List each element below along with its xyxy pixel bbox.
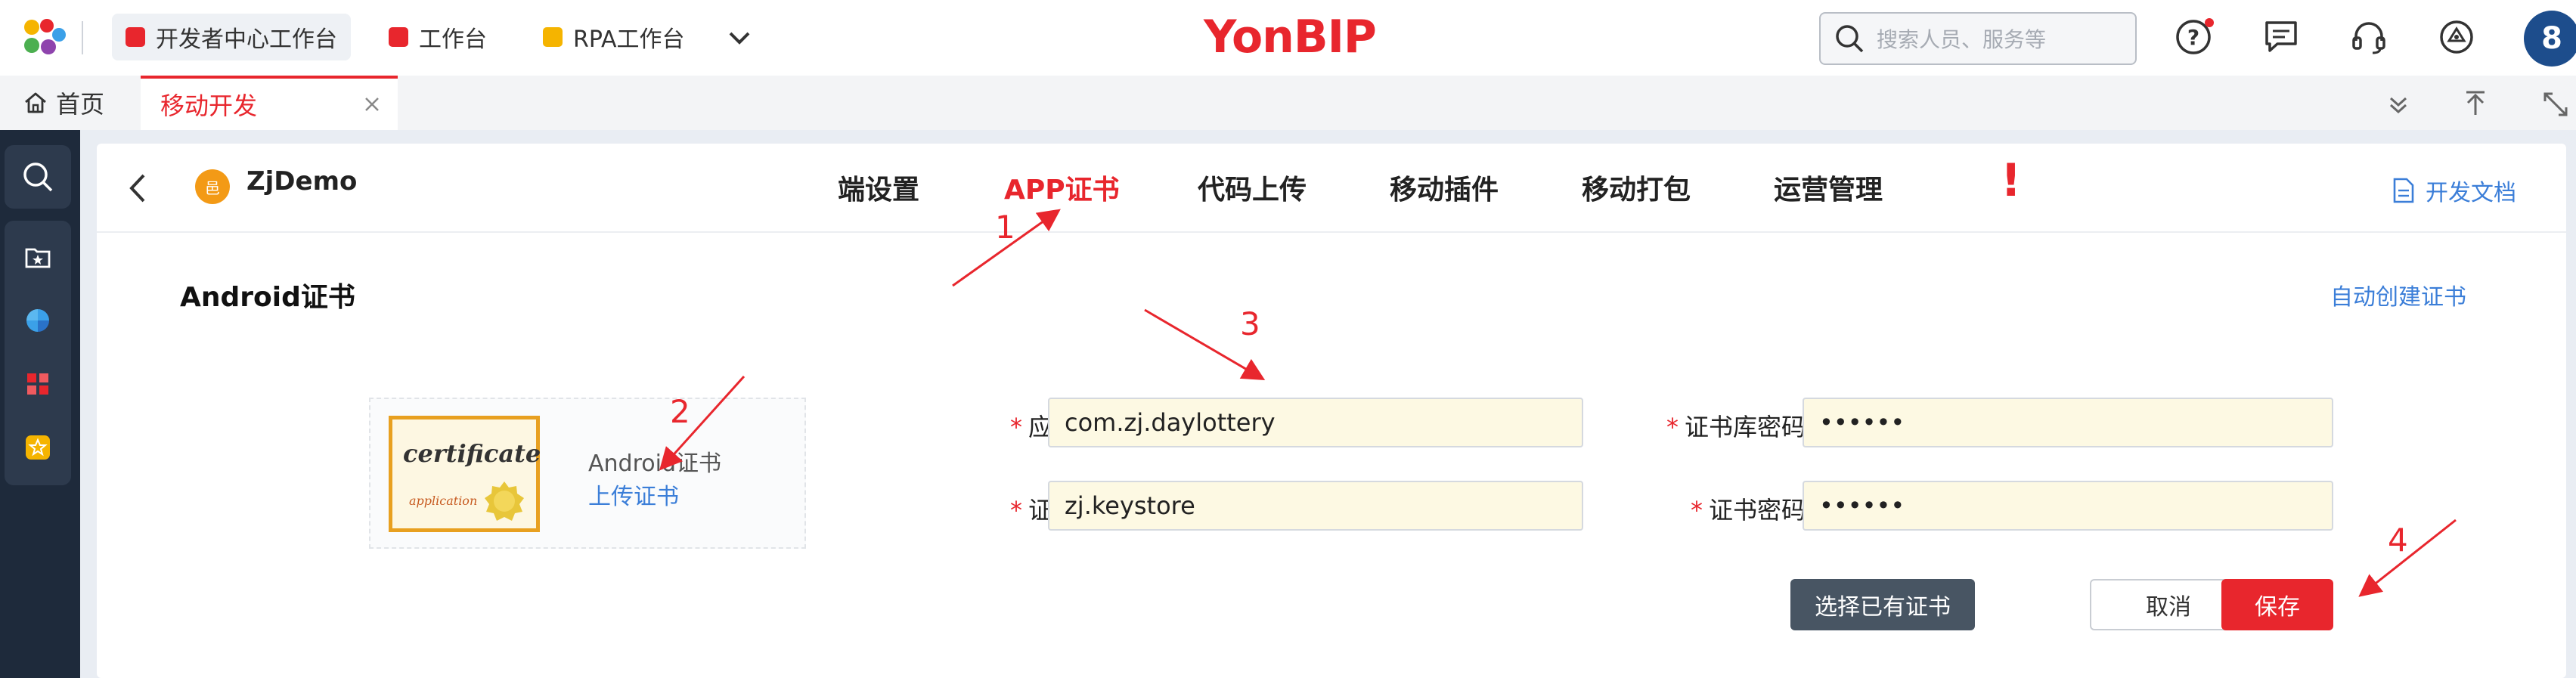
- svg-text:?: ?: [2187, 25, 2199, 50]
- choose-existing-cert-button[interactable]: 选择已有证书: [1790, 579, 1975, 630]
- required-mark: *: [1690, 496, 1703, 525]
- cert-password-input[interactable]: ••••••: [1803, 481, 2333, 531]
- save-button[interactable]: 保存: [2221, 579, 2333, 630]
- workspace-tab-label: 工作台: [419, 26, 487, 53]
- cert-password-label: * 证书密码: [1503, 491, 1806, 526]
- star-badge-icon[interactable]: [24, 434, 51, 461]
- nav-app-certificate[interactable]: APP证书: [1004, 168, 1120, 207]
- fullscreen-icon[interactable]: [2540, 89, 2571, 119]
- workspace-tab-workbench[interactable]: 工作台: [375, 14, 501, 60]
- app-launcher-icon[interactable]: [21, 18, 67, 57]
- cert-password-label-text: 证书密码: [1708, 496, 1806, 525]
- certificate-upload-box: certificate application Android证书 上传证书: [369, 398, 806, 549]
- rpa-icon: [543, 27, 563, 47]
- tab-bar: 首页 移动开发: [0, 76, 2576, 130]
- dev-docs-link[interactable]: 开发文档: [2392, 174, 2516, 207]
- chevron-down-icon[interactable]: [724, 21, 755, 54]
- tab-home-label: 首页: [56, 90, 105, 119]
- annotation-1: 1: [995, 209, 1015, 246]
- app-name: ZjDemo: [246, 166, 358, 197]
- section-title: Android证书: [180, 282, 355, 313]
- main-card: 邑 ZjDemo 端设置 APP证书 代码上传 移动插件 移动打包 运营管理 !…: [97, 144, 2566, 678]
- required-mark: *: [1009, 496, 1022, 525]
- app-header: 邑 ZjDemo 端设置 APP证书 代码上传 移动插件 移动打包 运营管理 !…: [97, 144, 2566, 233]
- required-mark: *: [1009, 413, 1022, 441]
- tab-mobile-dev-label: 移动开发: [160, 91, 258, 120]
- favorites-folder-icon[interactable]: [24, 243, 51, 271]
- search-input[interactable]: 搜索人员、服务等: [1819, 12, 2137, 65]
- back-arrow-icon[interactable]: [122, 169, 153, 207]
- search-placeholder: 搜索人员、服务等: [1877, 27, 2047, 52]
- pinwheel-icon[interactable]: [24, 307, 51, 334]
- headset-icon[interactable]: [2350, 18, 2388, 56]
- nav-mobile-packaging[interactable]: 移动打包: [1582, 168, 1691, 207]
- message-icon[interactable]: [2262, 18, 2300, 56]
- tab-home[interactable]: 首页: [23, 83, 104, 122]
- app-icon: 邑: [195, 169, 230, 204]
- required-mark: *: [1666, 413, 1679, 441]
- certificate-image-title: certificate: [403, 439, 541, 468]
- nav-operations[interactable]: 运营管理: [1774, 168, 1883, 207]
- double-chevron-down-icon[interactable]: [2383, 89, 2413, 119]
- keystore-password-label-text: 证书库密码: [1684, 413, 1806, 441]
- home-icon: [25, 92, 46, 113]
- assistant-icon[interactable]: [2438, 18, 2475, 56]
- keystore-password-label: * 证书库密码: [1503, 408, 1806, 443]
- certificate-image: certificate application: [389, 416, 541, 532]
- grid-apps-icon[interactable]: [24, 370, 51, 398]
- annotation-2: 2: [670, 393, 690, 430]
- workbench-icon: [389, 27, 408, 47]
- seal-icon: [485, 481, 524, 521]
- notification-dot: [2205, 18, 2214, 27]
- search-icon: [23, 163, 53, 192]
- workspace-tab-label: RPA工作台: [573, 26, 685, 53]
- annotation-4: 4: [2388, 522, 2408, 559]
- dev-docs-label: 开发文档: [2426, 180, 2516, 206]
- close-icon[interactable]: [363, 95, 381, 113]
- search-icon: [1836, 25, 1864, 53]
- brand-logo: YonBIP: [1204, 11, 1377, 63]
- divider: [82, 21, 83, 54]
- upload-icon[interactable]: [2460, 89, 2491, 119]
- document-icon: [2393, 178, 2414, 203]
- workspace-tab-label: 开发者中心工作台: [156, 26, 337, 53]
- rail-search-button[interactable]: [5, 145, 71, 209]
- workspace-tab-developer[interactable]: 开发者中心工作台: [112, 14, 351, 60]
- nav-mobile-plugins[interactable]: 移动插件: [1390, 168, 1499, 207]
- nav-code-upload[interactable]: 代码上传: [1198, 168, 1307, 207]
- avatar[interactable]: 8: [2524, 11, 2576, 67]
- certificate-image-subtitle: application: [409, 494, 478, 508]
- top-bar: 开发者中心工作台 工作台 RPA工作台 YonBIP 搜索人员、服务等 ? 8: [0, 0, 2576, 76]
- annotation-3: 3: [1240, 305, 1260, 342]
- nav-device-settings[interactable]: 端设置: [838, 168, 919, 207]
- tab-mobile-dev[interactable]: 移动开发: [141, 76, 398, 130]
- annotation-exclamation: !: [2001, 154, 2022, 207]
- rail-app-group: [5, 221, 71, 485]
- certificate-name: Android证书: [588, 450, 721, 477]
- keystore-password-input[interactable]: ••••••: [1803, 398, 2333, 447]
- workspace-tab-rpa[interactable]: RPA工作台: [529, 14, 699, 60]
- developer-center-icon: [126, 27, 145, 47]
- upload-certificate-link[interactable]: 上传证书: [588, 478, 679, 511]
- auto-create-cert-link[interactable]: 自动创建证书: [2330, 278, 2466, 311]
